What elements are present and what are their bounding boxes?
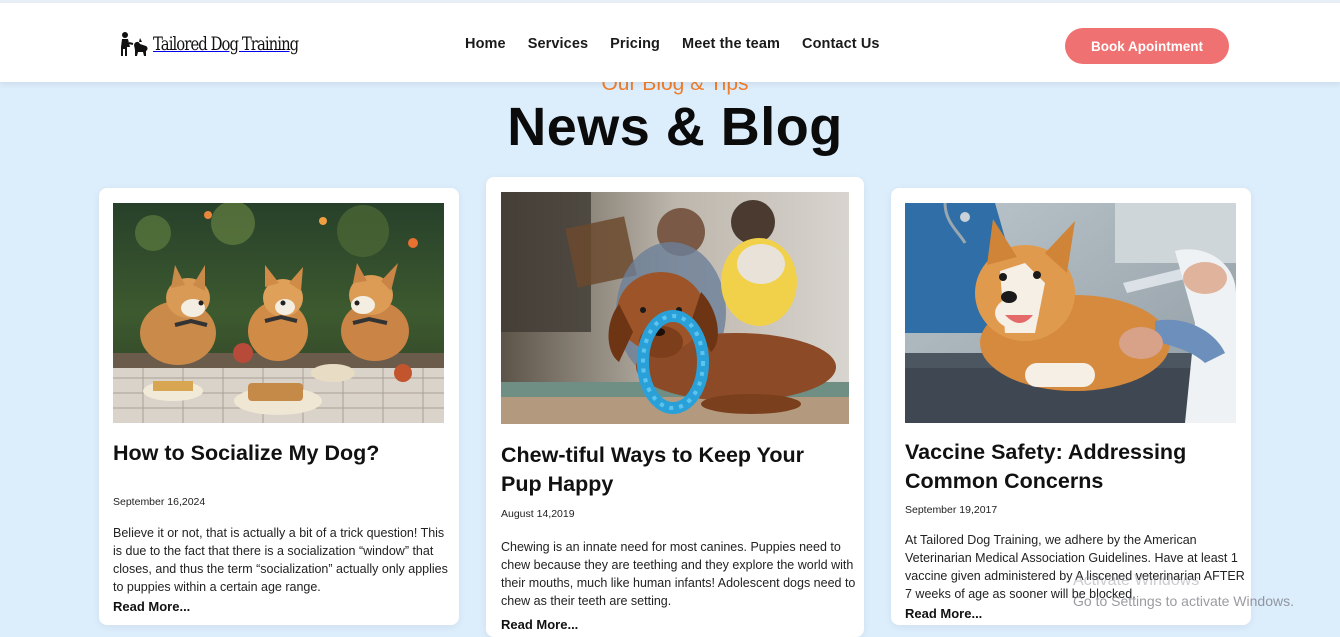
blog-card-title[interactable]: Chew-tiful Ways to Keep Your Pup Happy [501,441,846,499]
nav-pricing[interactable]: Pricing [610,36,660,52]
read-more-link[interactable]: Read More... [501,617,578,632]
nav-services[interactable]: Services [528,36,588,52]
brand-logo[interactable]: Tailored Dog Training [119,29,339,59]
blog-card-image-corgis-picnic[interactable] [113,203,444,423]
blog-card-excerpt: Believe it or not, that is actually a bi… [113,526,448,594]
blog-card: Vaccine Safety: Addressing Common Concer… [891,188,1251,625]
corgi-vaccine-photo [905,203,1236,423]
dog-trainer-icon [121,32,148,56]
blog-card-title[interactable]: How to Socialize My Dog? [113,439,448,468]
read-more-link[interactable]: Read More... [905,606,982,621]
nav-meet-the-team[interactable]: Meet the team [682,36,780,52]
blog-card: Chew-tiful Ways to Keep Your Pup Happy A… [486,177,864,637]
corgis-picnic-photo [113,203,444,423]
blog-card-title[interactable]: Vaccine Safety: Addressing Common Concer… [905,438,1240,496]
section-title: News & Blog [507,97,843,157]
nav-home[interactable]: Home [465,36,506,52]
nav-contact-us[interactable]: Contact Us [802,36,880,52]
main-nav: Home Services Pricing Meet the team Cont… [465,36,880,52]
watermark-subtitle: Go to Settings to activate Windows. [1073,593,1294,609]
brand-name: Tailored Dog Training [153,33,299,55]
blog-card-date: September 16,2024 [113,496,206,508]
activate-windows-watermark: Activate Windows Go to Settings to activ… [1073,571,1333,611]
blog-card-date: September 19,2017 [905,504,998,516]
blog-card: How to Socialize My Dog? September 16,20… [99,188,459,625]
blog-card-image-dachshund-chew-toy[interactable] [501,192,849,424]
blog-card-image-corgi-vaccine[interactable] [905,203,1236,423]
site-header: Tailored Dog Training Home Services Pric… [0,0,1340,82]
read-more-link[interactable]: Read More... [113,599,190,614]
watermark-title: Activate Windows [1073,572,1200,589]
blog-card-excerpt: Chewing is an innate need for most canin… [501,540,856,608]
book-appointment-button[interactable]: Book Apointment [1065,28,1229,64]
dachshund-chew-toy-photo [501,192,849,424]
blog-card-date: August 14,2019 [501,508,575,520]
